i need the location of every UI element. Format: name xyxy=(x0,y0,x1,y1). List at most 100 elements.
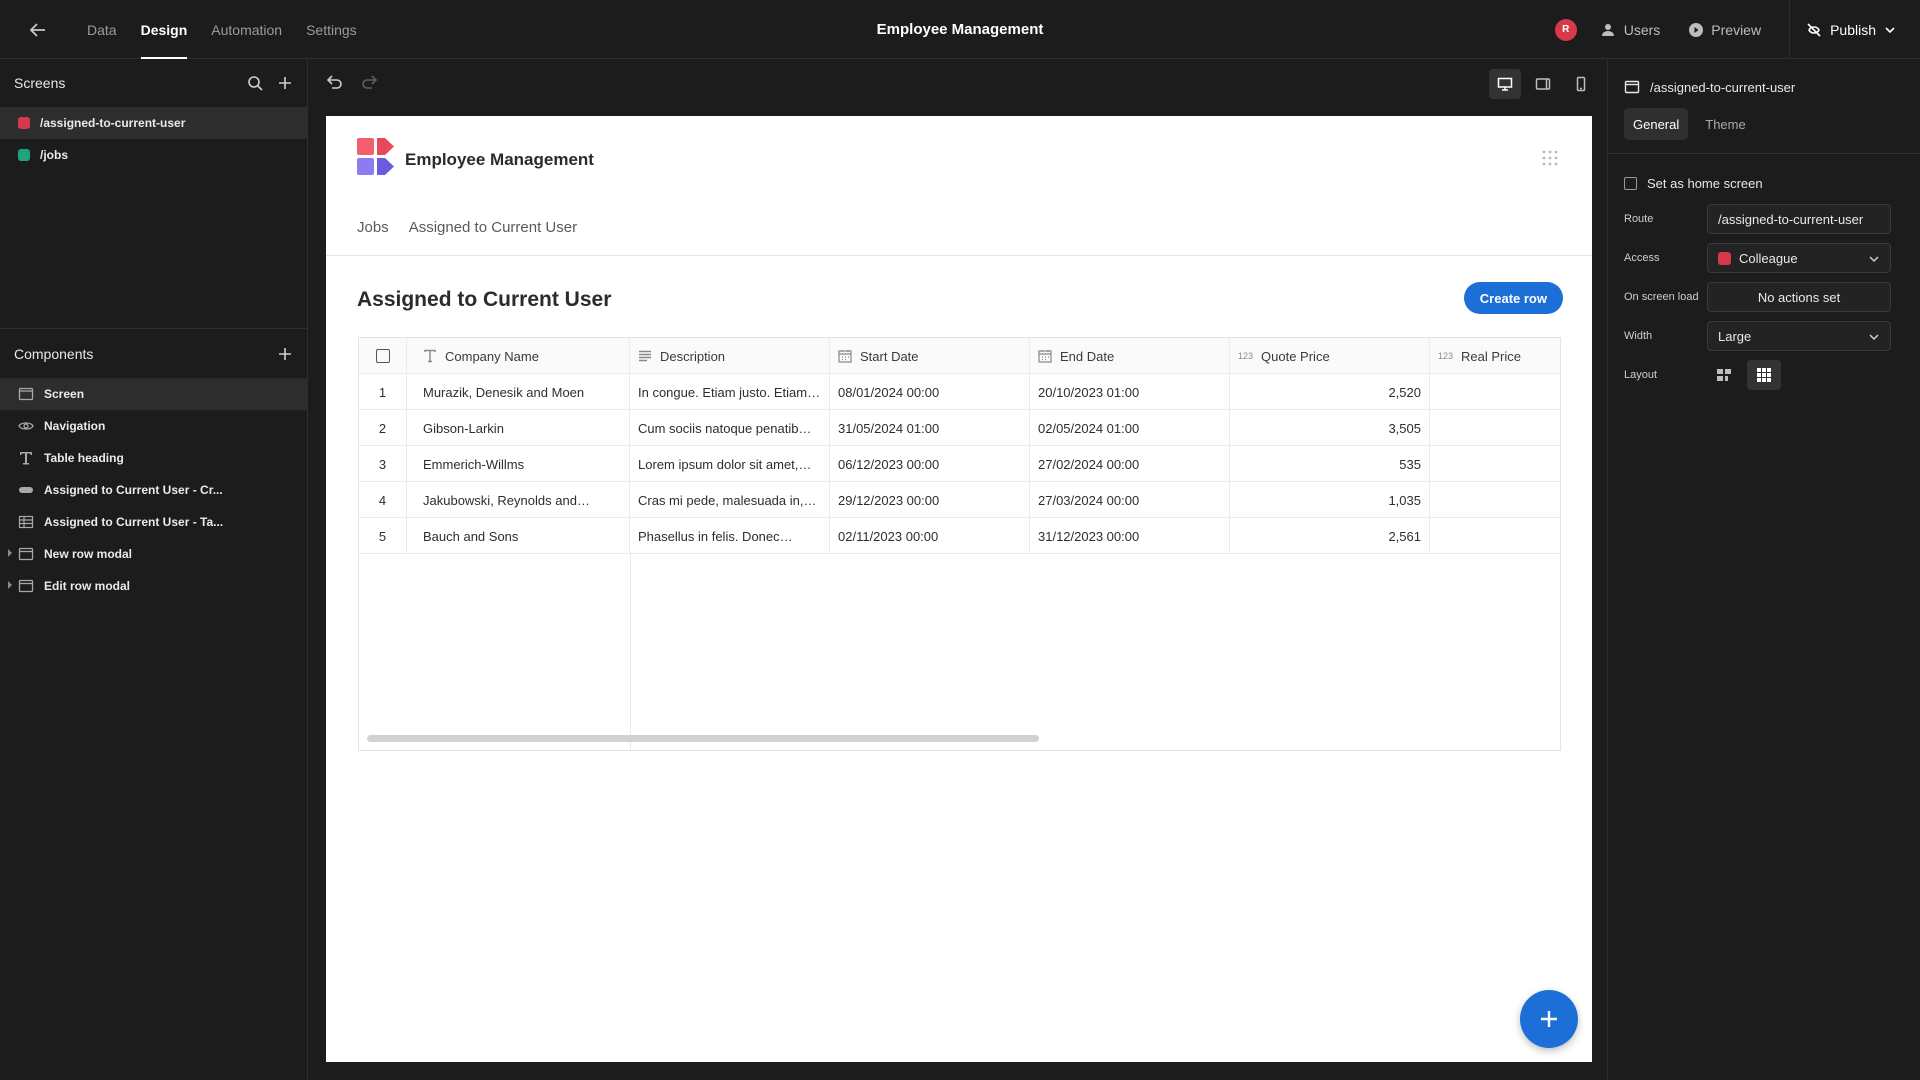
cell-description[interactable]: Phasellus in felis. Donec… xyxy=(630,518,830,554)
horizontal-scrollbar[interactable] xyxy=(367,735,1039,742)
redo-icon[interactable] xyxy=(361,73,379,91)
play-icon xyxy=(1688,22,1704,38)
cell-description[interactable]: Lorem ipsum dolor sit amet,… xyxy=(630,446,830,482)
home-screen-checkbox[interactable] xyxy=(1624,177,1637,190)
cell-start-date[interactable]: 02/11/2023 00:00 xyxy=(830,518,1030,554)
tab-theme[interactable]: Theme xyxy=(1696,108,1754,140)
cell-quote-price[interactable]: 535 xyxy=(1230,446,1430,482)
component-table[interactable]: Assigned to Current User - Ta... xyxy=(0,506,307,538)
preview-button[interactable]: Preview xyxy=(1688,22,1761,38)
home-screen-checkbox-row[interactable]: Set as home screen xyxy=(1608,176,1920,191)
tablet-icon[interactable] xyxy=(1527,69,1559,99)
table-row[interactable]: 3 Emmerich-Willms Lorem ipsum dolor sit … xyxy=(359,446,1560,482)
nav-link-jobs[interactable]: Jobs xyxy=(357,219,389,236)
width-select[interactable]: Large xyxy=(1707,321,1891,351)
data-table: Company Name Description Start Date End … xyxy=(358,337,1561,751)
cell-real-price[interactable] xyxy=(1430,446,1560,482)
cell-end-date[interactable]: 20/10/2023 01:00 xyxy=(1030,374,1230,410)
cell-end-date[interactable]: 02/05/2024 01:00 xyxy=(1030,410,1230,446)
app-preview-canvas: Employee Management Jobs Assigned to Cur… xyxy=(326,116,1592,1062)
column-header-real-price[interactable]: 123 Real Price xyxy=(1430,338,1560,374)
column-header-description[interactable]: Description xyxy=(630,338,830,374)
cell-quote-price[interactable]: 2,520 xyxy=(1230,374,1430,410)
select-all-cell[interactable] xyxy=(359,338,407,374)
cell-end-date[interactable]: 31/12/2023 00:00 xyxy=(1030,518,1230,554)
cell-description[interactable]: Cras mi pede, malesuada in,… xyxy=(630,482,830,518)
component-navigation[interactable]: Navigation xyxy=(0,410,307,442)
back-arrow-icon[interactable] xyxy=(26,18,50,42)
modal-icon xyxy=(18,578,34,594)
nav-link-assigned[interactable]: Assigned to Current User xyxy=(409,219,577,236)
chevron-right-icon[interactable] xyxy=(7,549,13,557)
component-screen[interactable]: Screen xyxy=(0,378,307,410)
table-row[interactable]: 4 Jakubowski, Reynolds and… Cras mi pede… xyxy=(359,482,1560,518)
divider xyxy=(1608,153,1920,154)
top-tabs: Data Design Automation Settings xyxy=(75,0,369,59)
settings-tabs: General Theme xyxy=(1608,107,1920,141)
component-edit-row-modal[interactable]: Edit row modal xyxy=(0,570,307,602)
table-row[interactable]: 1 Murazik, Denesik and Moen In congue. E… xyxy=(359,374,1560,410)
cell-end-date[interactable]: 27/02/2024 00:00 xyxy=(1030,446,1230,482)
tab-settings[interactable]: Settings xyxy=(294,0,369,59)
mobile-icon[interactable] xyxy=(1565,69,1597,99)
column-header-label: Start Date xyxy=(860,348,919,364)
cell-company[interactable]: Bauch and Sons xyxy=(407,518,630,554)
cell-company[interactable]: Emmerich-Willms xyxy=(407,446,630,482)
column-header-quote-price[interactable]: 123 Quote Price xyxy=(1230,338,1430,374)
screen-item-jobs[interactable]: /jobs xyxy=(0,139,307,171)
tab-data[interactable]: Data xyxy=(75,0,129,59)
add-component-fab[interactable] xyxy=(1520,990,1578,1048)
screen-item-label: /jobs xyxy=(40,148,69,162)
search-icon[interactable] xyxy=(247,75,263,91)
create-row-button[interactable]: Create row xyxy=(1463,282,1563,314)
top-right-actions: R Users Preview Publish xyxy=(1554,0,1920,59)
cell-start-date[interactable]: 06/12/2023 00:00 xyxy=(830,446,1030,482)
cell-company[interactable]: Gibson-Larkin xyxy=(407,410,630,446)
column-header-company[interactable]: Company Name xyxy=(407,338,630,374)
cell-real-price[interactable] xyxy=(1430,374,1560,410)
cell-quote-price[interactable]: 2,561 xyxy=(1230,518,1430,554)
cell-real-price[interactable] xyxy=(1430,410,1560,446)
tab-general[interactable]: General xyxy=(1624,108,1689,140)
component-create-button[interactable]: Assigned to Current User - Cr... xyxy=(0,474,307,506)
users-button[interactable]: Users xyxy=(1601,22,1660,38)
publish-button[interactable]: Publish xyxy=(1789,0,1920,59)
cell-real-price[interactable] xyxy=(1430,518,1560,554)
cell-company[interactable]: Murazik, Denesik and Moen xyxy=(407,374,630,410)
chevron-right-icon[interactable] xyxy=(7,581,13,589)
route-input[interactable]: /assigned-to-current-user xyxy=(1707,204,1891,234)
column-header-start-date[interactable]: Start Date xyxy=(830,338,1030,374)
grid-dots-icon[interactable] xyxy=(1542,150,1558,166)
undo-icon[interactable] xyxy=(325,73,343,91)
on-load-actions-button[interactable]: No actions set xyxy=(1707,282,1891,312)
screen-item-assigned[interactable]: /assigned-to-current-user xyxy=(0,107,307,139)
column-header-end-date[interactable]: End Date xyxy=(1030,338,1230,374)
cell-start-date[interactable]: 08/01/2024 00:00 xyxy=(830,374,1030,410)
cell-real-price[interactable] xyxy=(1430,482,1560,518)
grid-layout-icon[interactable] xyxy=(1747,360,1781,390)
flex-layout-icon[interactable] xyxy=(1707,360,1741,390)
desktop-icon[interactable] xyxy=(1489,69,1521,99)
table-row[interactable]: 5 Bauch and Sons Phasellus in felis. Don… xyxy=(359,518,1560,554)
avatar[interactable]: R xyxy=(1554,18,1577,41)
add-screen-icon[interactable] xyxy=(277,75,293,91)
select-all-checkbox[interactable] xyxy=(375,349,390,363)
app-nav: Jobs Assigned to Current User xyxy=(357,219,577,236)
table-row[interactable]: 2 Gibson-Larkin Cum sociis natoque penat… xyxy=(359,410,1560,446)
tab-automation[interactable]: Automation xyxy=(199,0,294,59)
access-select[interactable]: Colleague xyxy=(1707,243,1891,273)
component-new-row-modal[interactable]: New row modal xyxy=(0,538,307,570)
calendar-icon xyxy=(1038,349,1052,363)
cell-quote-price[interactable]: 3,505 xyxy=(1230,410,1430,446)
cell-quote-price[interactable]: 1,035 xyxy=(1230,482,1430,518)
component-table-heading[interactable]: Table heading xyxy=(0,442,307,474)
add-component-icon[interactable] xyxy=(277,346,293,362)
cell-company[interactable]: Jakubowski, Reynolds and… xyxy=(407,482,630,518)
cell-description[interactable]: Cum sociis natoque penatib… xyxy=(630,410,830,446)
cell-description[interactable]: In congue. Etiam justo. Etiam… xyxy=(630,374,830,410)
cell-end-date[interactable]: 27/03/2024 00:00 xyxy=(1030,482,1230,518)
tab-design[interactable]: Design xyxy=(129,0,200,59)
cell-start-date[interactable]: 31/05/2024 01:00 xyxy=(830,410,1030,446)
component-label: Assigned to Current User - Ta... xyxy=(44,515,224,529)
cell-start-date[interactable]: 29/12/2023 00:00 xyxy=(830,482,1030,518)
